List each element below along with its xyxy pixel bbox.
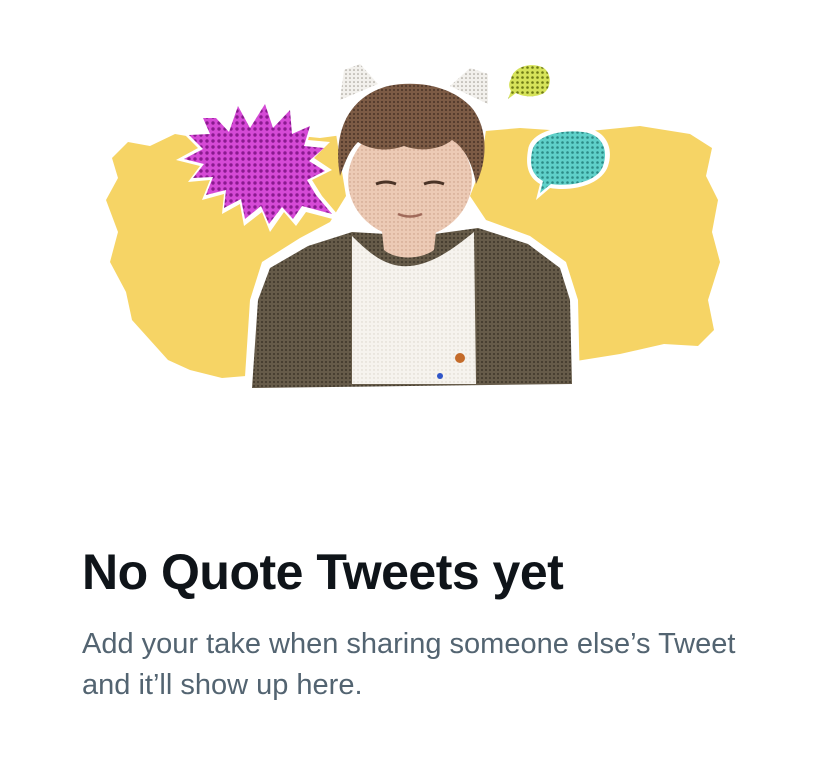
- empty-state-illustration: [0, 0, 828, 440]
- empty-state-subtitle: Add your take when sharing someone else’…: [82, 628, 736, 701]
- empty-state-title: No Quote Tweets yet: [82, 544, 564, 600]
- empty-state: No Quote Tweets yet Add your take when s…: [82, 536, 762, 706]
- lime-speech-bubble: [504, 61, 554, 104]
